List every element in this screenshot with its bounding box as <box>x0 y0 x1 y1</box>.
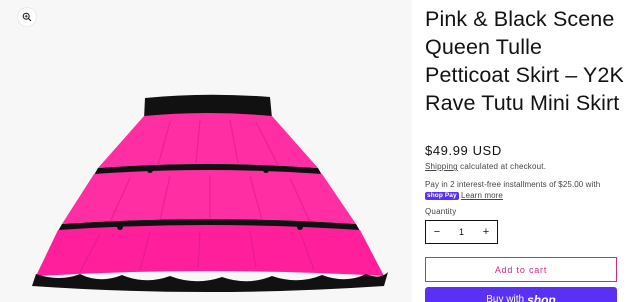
zoom-button[interactable] <box>17 7 37 27</box>
quantity-decrement-button[interactable]: − <box>426 221 448 243</box>
buy-with-label: Buy with <box>486 294 525 302</box>
buy-with-shop-button[interactable]: Buy with shop <box>425 287 617 302</box>
quantity-input[interactable]: 1 <box>459 227 464 237</box>
shipping-note-text: calculated at checkout. <box>457 162 547 171</box>
product-media <box>0 0 412 302</box>
add-to-cart-button[interactable]: Add to cart <box>425 257 617 282</box>
quantity-label: Quantity <box>425 207 457 216</box>
zoom-icon <box>22 12 32 22</box>
learn-more-link[interactable]: Learn more <box>461 191 503 200</box>
product-image-skirt[interactable] <box>0 0 412 302</box>
shop-logo: shop <box>527 292 556 302</box>
shipping-link[interactable]: Shipping <box>425 162 458 171</box>
product-page: Pink & Black Scene Queen Tulle Petticoat… <box>0 0 640 302</box>
product-price: $49.99 USD <box>425 143 502 158</box>
installments-banner: Pay in 2 interest-free installments of $… <box>425 179 630 201</box>
shipping-note: Shipping calculated at checkout. <box>425 162 546 171</box>
quantity-stepper: − 1 + <box>425 220 498 244</box>
shop-pay-logo: shop Pay <box>425 192 459 200</box>
quantity-increment-button[interactable]: + <box>475 221 497 243</box>
installments-text: Pay in 2 interest-free installments of $… <box>425 180 601 189</box>
product-title: Pink & Black Scene Queen Tulle Petticoat… <box>425 7 624 115</box>
product-info: Pink & Black Scene Queen Tulle Petticoat… <box>425 0 630 302</box>
